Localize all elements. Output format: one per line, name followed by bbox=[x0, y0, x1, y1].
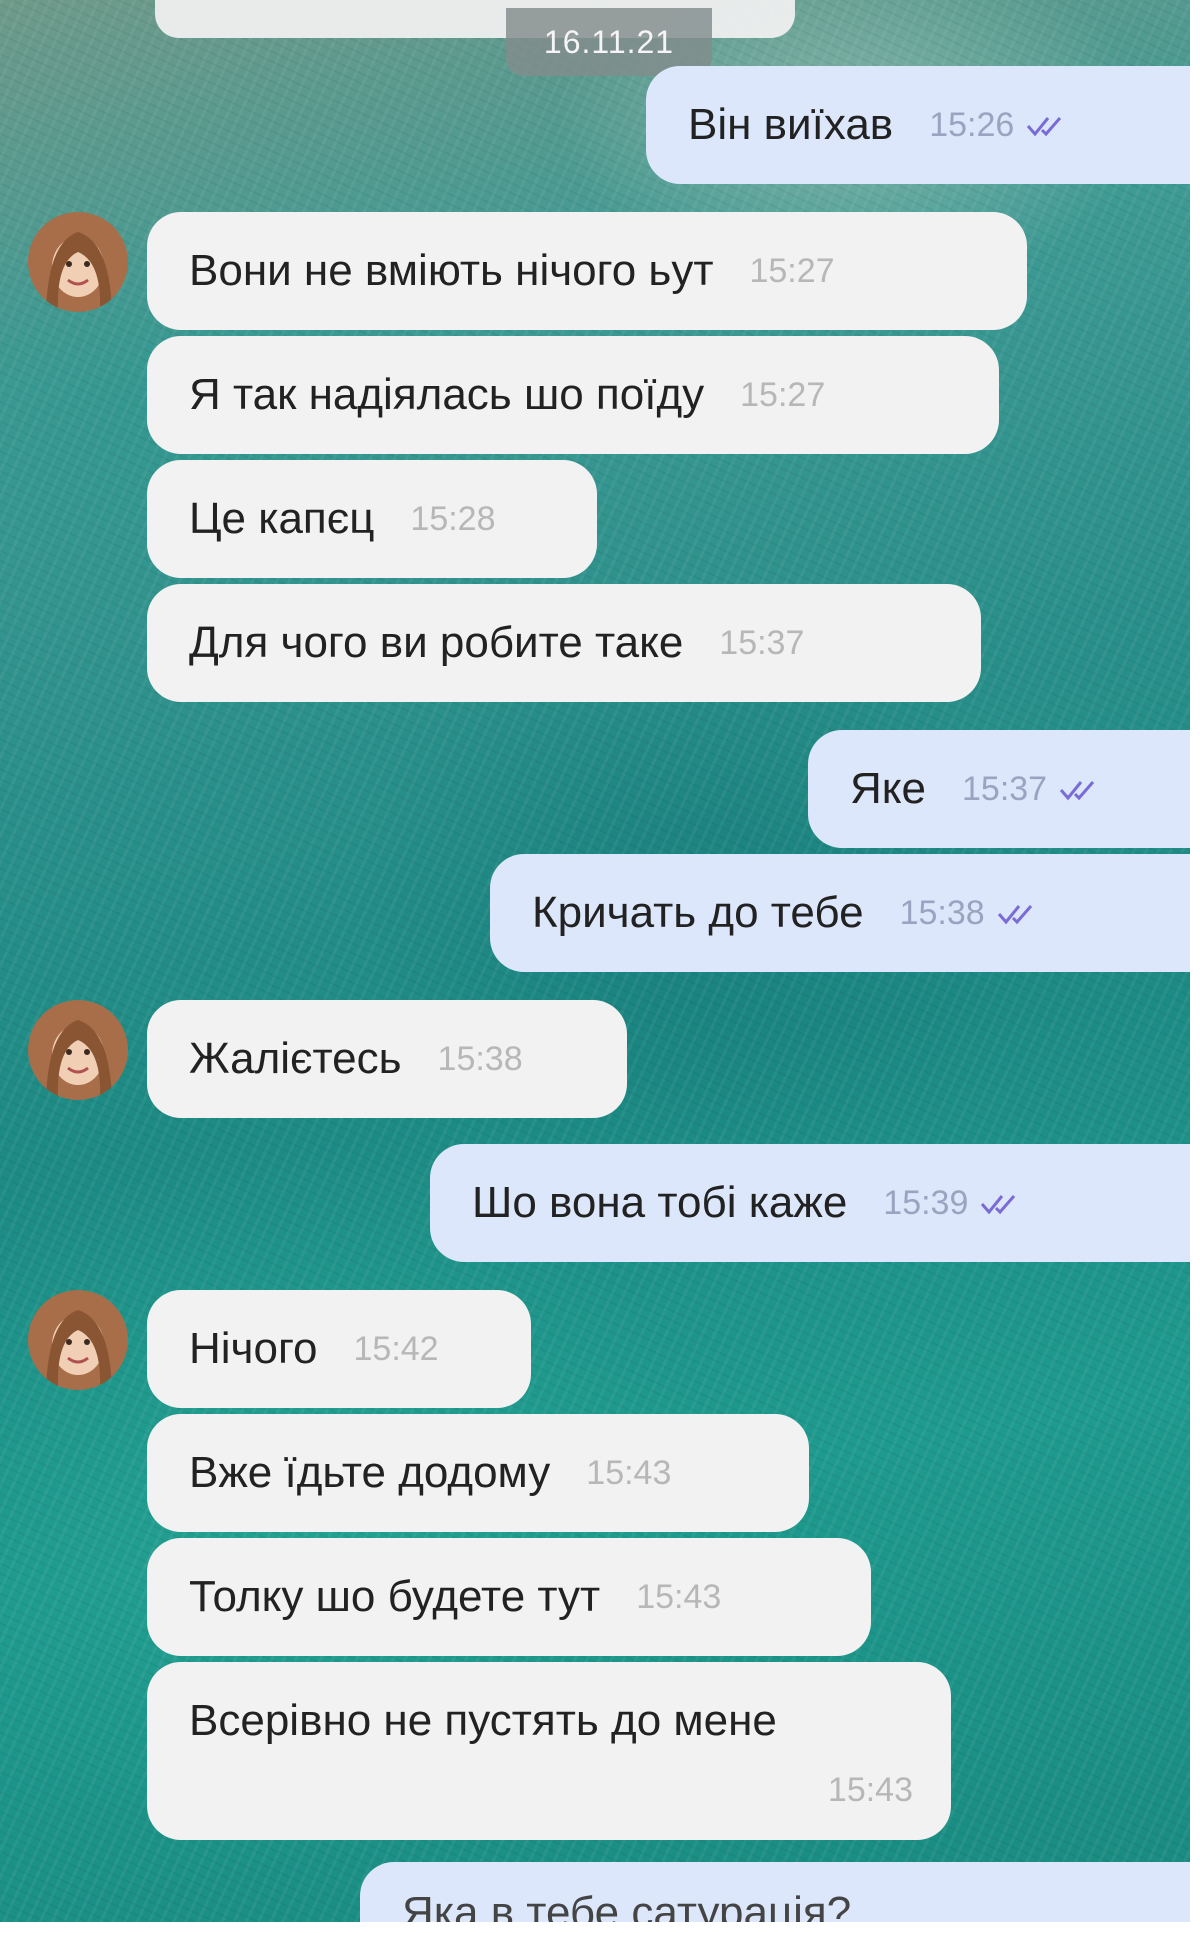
message-time: 15:27 bbox=[749, 251, 835, 290]
message-text: Всерівно не пустять до мене bbox=[189, 1696, 777, 1745]
message-text: Яка в тебе сатурація? bbox=[402, 1888, 852, 1922]
message-time: 15:43 bbox=[636, 1577, 722, 1616]
double-check-icon bbox=[1027, 117, 1062, 137]
incoming-message[interactable]: Всерівно не пустять до мене 15:43 bbox=[147, 1662, 951, 1840]
message-time: 15:28 bbox=[410, 499, 496, 538]
message-time: 15:39 bbox=[883, 1183, 969, 1222]
message-time: 15:27 bbox=[740, 375, 826, 414]
incoming-message[interactable]: Вони не вміють нічого ьут 15:27 bbox=[147, 212, 1027, 330]
message-time: 15:43 bbox=[586, 1453, 672, 1492]
contact-avatar[interactable] bbox=[28, 1290, 128, 1390]
message-text: Для чого ви робите таке bbox=[189, 618, 684, 667]
message-text: Я так надіялась шо поїду bbox=[189, 370, 705, 419]
outgoing-message[interactable]: Шо вона тобі каже 15:39 bbox=[430, 1144, 1190, 1262]
message-text: Вони не вміють нічого ьут bbox=[189, 246, 714, 295]
contact-avatar[interactable] bbox=[28, 1000, 128, 1100]
message-text: Шо вона тобі каже bbox=[472, 1178, 848, 1227]
message-text: Жалієтесь bbox=[189, 1034, 402, 1083]
chat-background: 16.11.21 Він виїхав 15:26 Вони не вміють… bbox=[0, 0, 1190, 1922]
message-text: Кричать до тебе bbox=[532, 888, 864, 937]
message-text: Це капєц bbox=[189, 494, 375, 543]
incoming-message[interactable]: Толку шо будете тут 15:43 bbox=[147, 1538, 871, 1656]
message-time: 15:37 bbox=[962, 769, 1048, 808]
outgoing-message[interactable]: Він виїхав 15:26 bbox=[646, 66, 1190, 184]
incoming-message[interactable]: Я так надіялась шо поїду 15:27 bbox=[147, 336, 999, 454]
incoming-message[interactable]: Жалієтесь 15:38 bbox=[147, 1000, 627, 1118]
message-text: Вже їдьте додому bbox=[189, 1448, 551, 1497]
outgoing-message[interactable]: Яке 15:37 bbox=[808, 730, 1190, 848]
message-text: Нічого bbox=[189, 1324, 318, 1373]
message-text: Яке bbox=[850, 764, 926, 813]
message-text: Він виїхав bbox=[688, 100, 894, 149]
message-time: 15:42 bbox=[353, 1329, 439, 1368]
message-time: 15:38 bbox=[437, 1039, 523, 1078]
outgoing-message-partial[interactable]: Яка в тебе сатурація? bbox=[360, 1862, 1190, 1922]
incoming-message[interactable]: Для чого ви робите таке 15:37 bbox=[147, 584, 981, 702]
message-time: 15:26 bbox=[929, 105, 1015, 144]
double-check-icon bbox=[981, 1195, 1016, 1215]
double-check-icon bbox=[997, 905, 1032, 925]
contact-avatar[interactable] bbox=[28, 212, 128, 312]
message-time: 15:37 bbox=[719, 623, 805, 662]
outgoing-message[interactable]: Кричать до тебе 15:38 bbox=[490, 854, 1190, 972]
message-time: 15:43 bbox=[827, 1771, 913, 1809]
incoming-message[interactable]: Вже їдьте додому 15:43 bbox=[147, 1414, 809, 1532]
message-time: 15:38 bbox=[899, 893, 985, 932]
incoming-message[interactable]: Нічого 15:42 bbox=[147, 1290, 531, 1408]
message-text: Толку шо будете тут bbox=[189, 1572, 601, 1621]
double-check-icon bbox=[1059, 781, 1095, 801]
incoming-message[interactable]: Це капєц 15:28 bbox=[147, 460, 597, 578]
